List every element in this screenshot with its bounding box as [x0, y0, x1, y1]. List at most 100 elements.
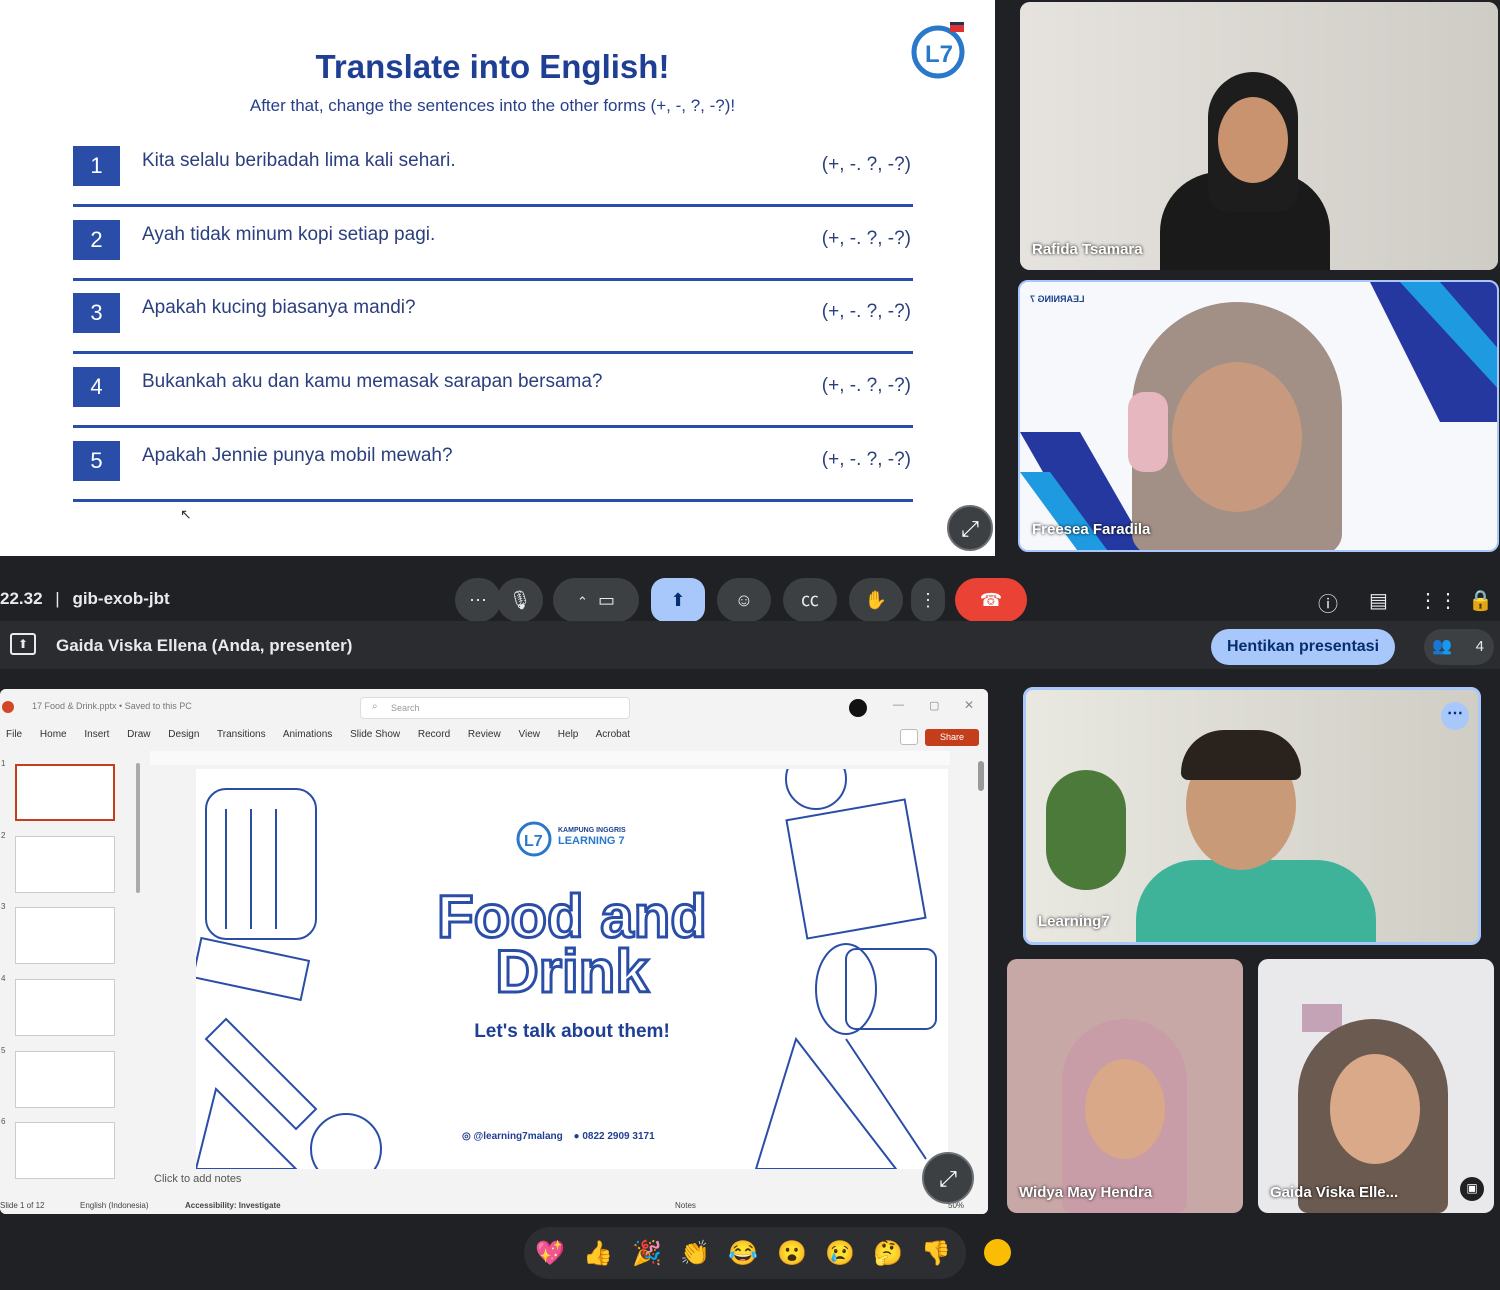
menu-record[interactable]: Record [418, 729, 450, 740]
reaction-heart[interactable]: 💖 [535, 1239, 565, 1268]
expand-icon[interactable]: ⤢ [922, 1152, 974, 1204]
status-bar: Slide 1 of 12 English (Indonesia) Access… [0, 1197, 988, 1214]
menu-review[interactable]: Review [468, 729, 501, 740]
more-options-icon[interactable]: ⋯ [455, 578, 501, 622]
slide-thumbnail[interactable] [15, 1051, 115, 1108]
menu-draw[interactable]: Draw [127, 729, 150, 740]
face [1218, 97, 1288, 183]
comments-icon[interactable] [900, 729, 918, 745]
item-forms: (+, -. ?, -?) [821, 154, 911, 175]
reaction-thumbs-up[interactable]: 👍 [583, 1239, 613, 1268]
microphone-icon[interactable]: 🎙 [497, 578, 543, 622]
leave-call-icon[interactable]: ☎ [955, 578, 1027, 622]
host-controls-icon[interactable]: 🔒 [1468, 588, 1493, 613]
item-text: Apakah kucing biasanya mandi? [142, 297, 416, 318]
slide-title-line1: Food and [436, 883, 709, 950]
menu-slide-show[interactable]: Slide Show [350, 729, 400, 740]
phone-icon: ● [573, 1131, 580, 1142]
captions-icon[interactable]: ㏄ [783, 578, 837, 622]
participant-name: Rafida Tsamara [1032, 241, 1143, 258]
reaction-sad[interactable]: 😢 [825, 1239, 855, 1268]
thumbnail-scrollbar[interactable] [136, 763, 140, 893]
reaction-laugh[interactable]: 😂 [728, 1239, 758, 1268]
chat-icon[interactable]: ▤ [1369, 588, 1388, 613]
plant-icon [1046, 770, 1126, 890]
learning7-logo-icon: L7 [516, 821, 552, 857]
meeting-time: 22.32 [0, 589, 43, 608]
menu-insert[interactable]: Insert [84, 729, 109, 740]
share-button[interactable]: Share [925, 729, 979, 746]
skin-tone-icon[interactable] [984, 1239, 1011, 1266]
menu-animations[interactable]: Animations [283, 729, 332, 740]
slide-title: Translate into English! [315, 48, 670, 85]
slide-thumbnail[interactable] [15, 764, 115, 821]
camera-icon[interactable]: ▭ [598, 590, 615, 610]
reaction-clap[interactable]: 👏 [680, 1239, 710, 1268]
menu-design[interactable]: Design [168, 729, 199, 740]
present-screen-icon[interactable]: ⬆ [651, 578, 705, 622]
participant-tile[interactable]: Widya May Hendra [1007, 959, 1243, 1213]
menu-view[interactable]: View [519, 729, 541, 740]
participants-button[interactable]: 👥 4 [1424, 629, 1494, 665]
accessibility-status[interactable]: Accessibility: Investigate [185, 1201, 281, 1210]
search-icon: ⌕ [372, 701, 378, 712]
menu-transitions[interactable]: Transitions [217, 729, 266, 740]
maximize-icon[interactable]: ▢ [929, 699, 939, 712]
pip-icon[interactable]: ▣ [1460, 1177, 1484, 1201]
slide-subtitle: After that, change the sentences into th… [249, 96, 736, 115]
instagram-icon: ◎ [462, 1131, 471, 1142]
participant-tile[interactable]: LEARNING 7 Freesea Faradila [1018, 280, 1499, 552]
meet-window-bottom: ⬆ Gaida Viska Ellena (Anda, presenter) H… [0, 621, 1500, 1290]
item-text: Apakah Jennie punya mobil mewah? [142, 445, 453, 466]
item-forms: (+, -. ?, -?) [821, 228, 911, 249]
slide-canvas[interactable]: L7 KAMPUNG INGGRIS LEARNING 7 Food and D… [196, 769, 948, 1169]
presenter-label: Gaida Viska Ellena (Anda, presenter) [56, 636, 353, 655]
info-icon[interactable]: ⓘ [1318, 588, 1338, 617]
stop-presenting-button[interactable]: Hentikan presentasi [1211, 629, 1395, 665]
avatar[interactable] [849, 699, 867, 717]
reaction-thinking[interactable]: 🤔 [873, 1239, 903, 1268]
item-number: 3 [73, 293, 120, 333]
logo-mirrored: LEARNING 7 [1030, 294, 1085, 304]
item-forms: (+, -. ?, -?) [821, 449, 911, 470]
menu-acrobat[interactable]: Acrobat [596, 729, 630, 740]
slide-thumbnail[interactable] [15, 1122, 115, 1179]
reaction-party[interactable]: 🎉 [632, 1239, 662, 1268]
slide-thumbnail[interactable] [15, 979, 115, 1036]
participant-tile[interactable]: Gaida Viska Elle... ▣ [1258, 959, 1494, 1213]
raise-hand-icon[interactable]: ✋ [849, 578, 903, 622]
item-text: Kita selalu beribadah lima kali sehari. [142, 150, 456, 171]
person-body [1136, 860, 1376, 942]
activities-icon[interactable]: ⋮⋮ [1418, 588, 1458, 613]
slide-thumbnail[interactable] [15, 836, 115, 893]
minimize-icon[interactable]: — [893, 699, 904, 711]
item-forms: (+, -. ?, -?) [821, 375, 911, 396]
face [1172, 362, 1302, 512]
face [1330, 1054, 1420, 1164]
language-status[interactable]: English (Indonesia) [80, 1201, 148, 1210]
search-input[interactable]: Search [360, 697, 630, 719]
menu-home[interactable]: Home [40, 729, 67, 740]
expand-icon[interactable]: ⤢ [947, 505, 993, 551]
menu-help[interactable]: Help [558, 729, 579, 740]
ribbon-tabs: File Home Insert Draw Design Transitions… [6, 729, 645, 749]
divider [73, 425, 913, 428]
reaction-surprised[interactable]: 😮 [777, 1239, 807, 1268]
participant-tile[interactable]: Rafida Tsamara [1020, 2, 1498, 270]
emoji-icon[interactable]: ☺ [717, 578, 771, 622]
slide-scrollbar[interactable] [978, 761, 984, 791]
item-forms: (+, -. ?, -?) [821, 301, 911, 322]
participant-tile[interactable]: ⋯ Learning7 [1023, 687, 1481, 945]
more-vertical-icon[interactable]: ⋮ [911, 578, 945, 622]
tile-options-icon[interactable]: ⋯ [1441, 702, 1469, 730]
list-item: 5 Apakah Jennie punya mobil mewah? (+, -… [73, 441, 913, 515]
chevron-up-icon[interactable]: ⌃ [577, 594, 588, 609]
divider [73, 499, 913, 502]
close-icon[interactable]: ✕ [964, 698, 974, 712]
menu-file[interactable]: File [6, 729, 22, 740]
notes-toggle[interactable]: Notes [675, 1201, 696, 1210]
slide-thumbnail[interactable] [15, 907, 115, 964]
camera-button[interactable]: ⌃ ▭ [553, 578, 639, 622]
notes-field[interactable]: Click to add notes [154, 1173, 241, 1185]
reaction-thumbs-down[interactable]: 👎 [921, 1239, 951, 1268]
